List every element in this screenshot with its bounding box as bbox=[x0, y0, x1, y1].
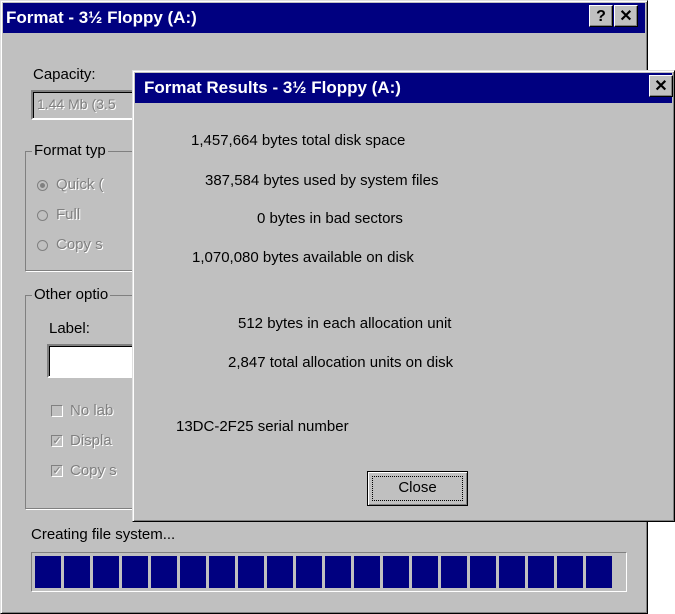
radio-full-label: Full bbox=[56, 206, 81, 223]
radio-icon bbox=[37, 239, 48, 251]
other-options-legend: Other optio bbox=[32, 286, 111, 304]
progress-segment bbox=[122, 556, 148, 588]
label-label: Label: bbox=[49, 320, 90, 337]
check-display-text: Displa bbox=[70, 432, 112, 449]
help-button[interactable]: ? bbox=[589, 5, 613, 27]
progress-segment bbox=[64, 556, 90, 588]
radio-quick-label: Quick ( bbox=[56, 176, 104, 193]
close-button[interactable]: Close bbox=[367, 471, 468, 506]
radio-selected-icon bbox=[37, 179, 48, 191]
radio-copy-label: Copy s bbox=[56, 236, 103, 253]
close-icon[interactable]: ✕ bbox=[649, 75, 673, 97]
system-files-text: 387,584 bytes used by system files bbox=[205, 172, 439, 189]
capacity-value: 1.44 Mb (3.5 bbox=[37, 96, 116, 112]
radio-copy[interactable]: Copy s bbox=[37, 235, 103, 255]
available-text: 1,070,080 bytes available on disk bbox=[192, 249, 414, 266]
progress-segment bbox=[209, 556, 235, 588]
progress-segment bbox=[383, 556, 409, 588]
capacity-label: Capacity: bbox=[33, 66, 96, 83]
progress-segment bbox=[93, 556, 119, 588]
progress-segment bbox=[441, 556, 467, 588]
radio-quick[interactable]: Quick ( bbox=[37, 175, 104, 195]
bad-sectors-text: 0 bytes in bad sectors bbox=[257, 210, 403, 227]
progress-segment bbox=[528, 556, 554, 588]
checkbox-no-label[interactable]: No lab bbox=[51, 401, 113, 421]
progress-segment bbox=[412, 556, 438, 588]
results-window: Format Results - 3½ Floppy (A:) ✕ 1,457,… bbox=[132, 70, 675, 522]
progress-bar bbox=[31, 552, 627, 592]
progress-segment bbox=[325, 556, 351, 588]
close-button-label: Close bbox=[372, 476, 463, 501]
progress-segment bbox=[180, 556, 206, 588]
alloc-unit-text: 512 bytes in each allocation unit bbox=[238, 315, 452, 332]
progress-segment bbox=[586, 556, 612, 588]
radio-full[interactable]: Full bbox=[37, 205, 80, 225]
progress-segment bbox=[354, 556, 380, 588]
checkbox-copy[interactable]: ✓ Copy s bbox=[51, 461, 117, 481]
progress-segment bbox=[35, 556, 61, 588]
results-title-bar[interactable]: Format Results - 3½ Floppy (A:) bbox=[135, 73, 672, 103]
progress-segment bbox=[238, 556, 264, 588]
check-no-label-text: No lab bbox=[70, 402, 114, 419]
checkbox-icon bbox=[51, 405, 63, 418]
close-icon[interactable]: ✕ bbox=[614, 5, 638, 27]
alloc-total-text: 2,847 total allocation units on disk bbox=[228, 354, 454, 371]
progress-segment bbox=[557, 556, 583, 588]
progress-segment bbox=[470, 556, 496, 588]
status-text: Creating file system... bbox=[31, 526, 176, 543]
format-title: Format - 3½ Floppy (A:) bbox=[6, 8, 197, 27]
radio-icon bbox=[37, 209, 48, 221]
check-copy-text: Copy s bbox=[70, 462, 117, 479]
checkbox-checked-icon: ✓ bbox=[51, 435, 63, 448]
format-type-legend: Format typ bbox=[32, 142, 108, 160]
progress-segment bbox=[499, 556, 525, 588]
checkbox-display[interactable]: ✓ Displa bbox=[51, 431, 112, 451]
format-title-bar[interactable]: Format - 3½ Floppy (A:) bbox=[3, 3, 645, 33]
progress-segment bbox=[151, 556, 177, 588]
serial-text: 13DC-2F25 serial number bbox=[176, 418, 349, 435]
checkbox-checked-icon: ✓ bbox=[51, 465, 63, 478]
progress-segment bbox=[296, 556, 322, 588]
results-title: Format Results - 3½ Floppy (A:) bbox=[144, 78, 401, 97]
progress-segment bbox=[267, 556, 293, 588]
total-space-text: 1,457,664 bytes total disk space bbox=[191, 132, 406, 149]
